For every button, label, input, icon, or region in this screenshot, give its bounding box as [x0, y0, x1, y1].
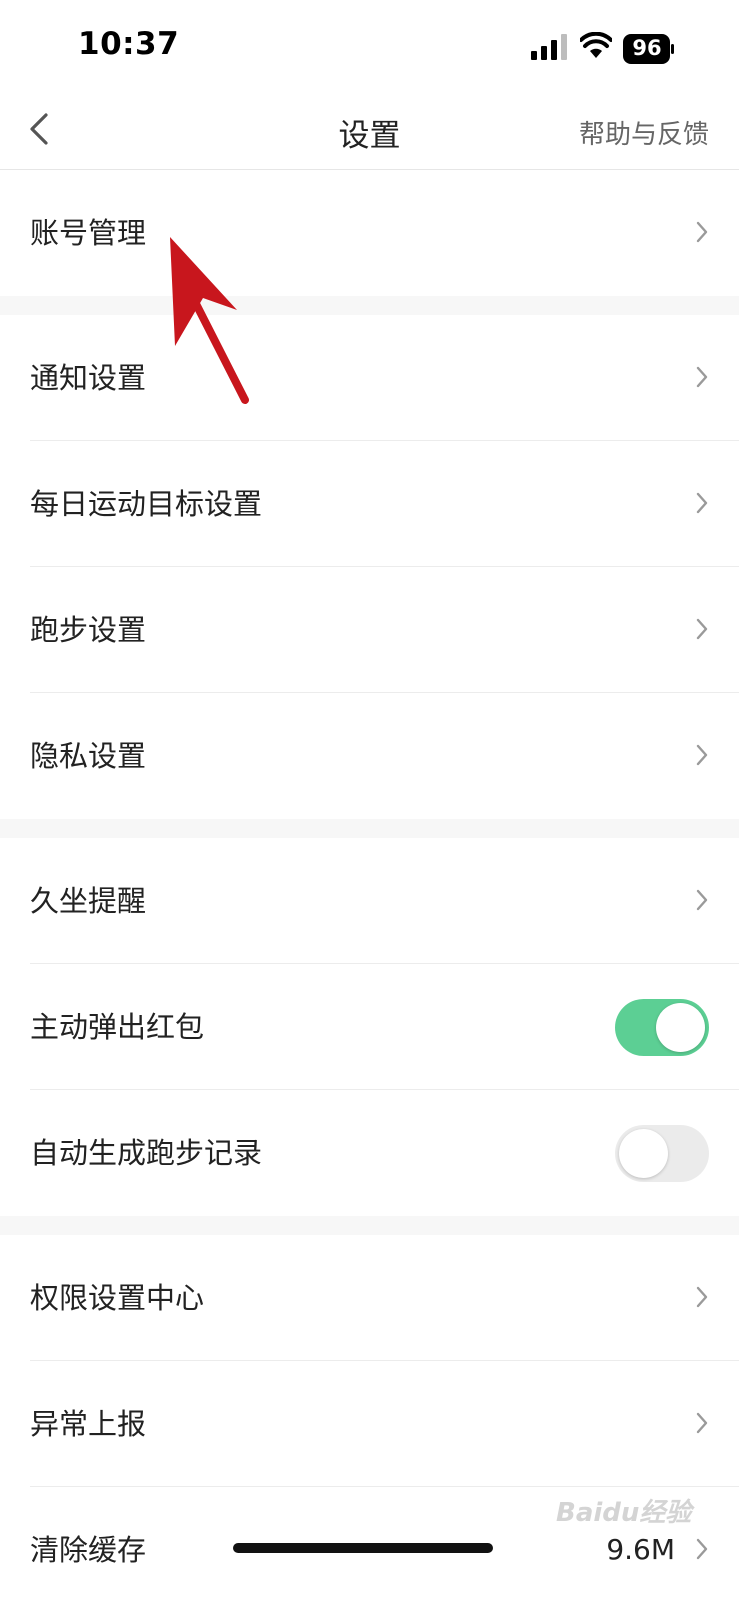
- chevron-right-icon: [696, 492, 708, 514]
- watermark: Baidu经验: [556, 1498, 692, 1528]
- running-settings-row[interactable]: 跑步设置: [0, 567, 739, 693]
- settings-group-reminders: 久坐提醒 主动弹出红包 自动生成跑步记录: [0, 838, 739, 1216]
- privacy-settings-row[interactable]: 隐私设置: [0, 693, 739, 819]
- row-label: 久坐提醒: [30, 884, 147, 918]
- toggle-knob: [619, 1129, 668, 1178]
- chevron-right-icon: [696, 1538, 708, 1560]
- permission-center-row[interactable]: 权限设置中心: [0, 1235, 739, 1361]
- wifi-icon: [580, 32, 612, 58]
- auto-run-record-row: 自动生成跑步记录: [0, 1090, 739, 1216]
- row-label: 主动弹出红包: [30, 1010, 205, 1044]
- error-report-row[interactable]: 异常上报: [0, 1361, 739, 1487]
- section-gap: [0, 296, 739, 317]
- row-label: 每日运动目标设置: [30, 487, 263, 521]
- battery-level: 96: [632, 36, 662, 60]
- settings-group-system: 权限设置中心 异常上报 清除缓存 9.6M: [0, 1235, 739, 1613]
- chevron-right-icon: [696, 618, 708, 640]
- chevron-right-icon: [696, 744, 708, 766]
- help-feedback-link[interactable]: 帮助与反馈: [579, 114, 709, 151]
- chevron-right-icon: [696, 221, 708, 243]
- chevron-right-icon: [696, 1412, 708, 1434]
- section-gap: [0, 819, 739, 840]
- nav-bar: 设置 帮助与反馈: [0, 95, 739, 170]
- row-label: 通知设置: [30, 361, 147, 395]
- chevron-right-icon: [696, 889, 708, 911]
- row-label: 清除缓存: [30, 1533, 147, 1567]
- auto-red-packet-toggle[interactable]: [615, 999, 709, 1056]
- row-label: 账号管理: [30, 216, 147, 250]
- signal-icon: [531, 34, 567, 60]
- status-bar: 10:37 96: [0, 0, 739, 95]
- chevron-right-icon: [696, 1286, 708, 1308]
- annotation-arrow-icon: [170, 237, 249, 404]
- row-label: 自动生成跑步记录: [30, 1136, 263, 1170]
- sedentary-reminder-row[interactable]: 久坐提醒: [0, 838, 739, 964]
- settings-group-account: 账号管理: [0, 170, 739, 296]
- row-label: 隐私设置: [30, 739, 147, 773]
- toggle-knob: [656, 1003, 705, 1052]
- auto-run-record-toggle[interactable]: [615, 1125, 709, 1182]
- settings-group-general: 通知设置 每日运动目标设置 跑步设置 隐私设置: [0, 315, 739, 819]
- auto-red-packet-row: 主动弹出红包: [0, 964, 739, 1090]
- row-label: 跑步设置: [30, 613, 147, 647]
- chevron-right-icon: [696, 366, 708, 388]
- row-label: 权限设置中心: [30, 1281, 205, 1315]
- status-time: 10:37: [78, 26, 180, 62]
- row-label: 异常上报: [30, 1407, 147, 1441]
- home-indicator: [233, 1543, 493, 1553]
- daily-goal-settings-row[interactable]: 每日运动目标设置: [0, 441, 739, 567]
- notification-settings-row[interactable]: 通知设置: [0, 315, 739, 441]
- account-management-row[interactable]: 账号管理: [0, 170, 739, 296]
- section-gap: [0, 1216, 739, 1237]
